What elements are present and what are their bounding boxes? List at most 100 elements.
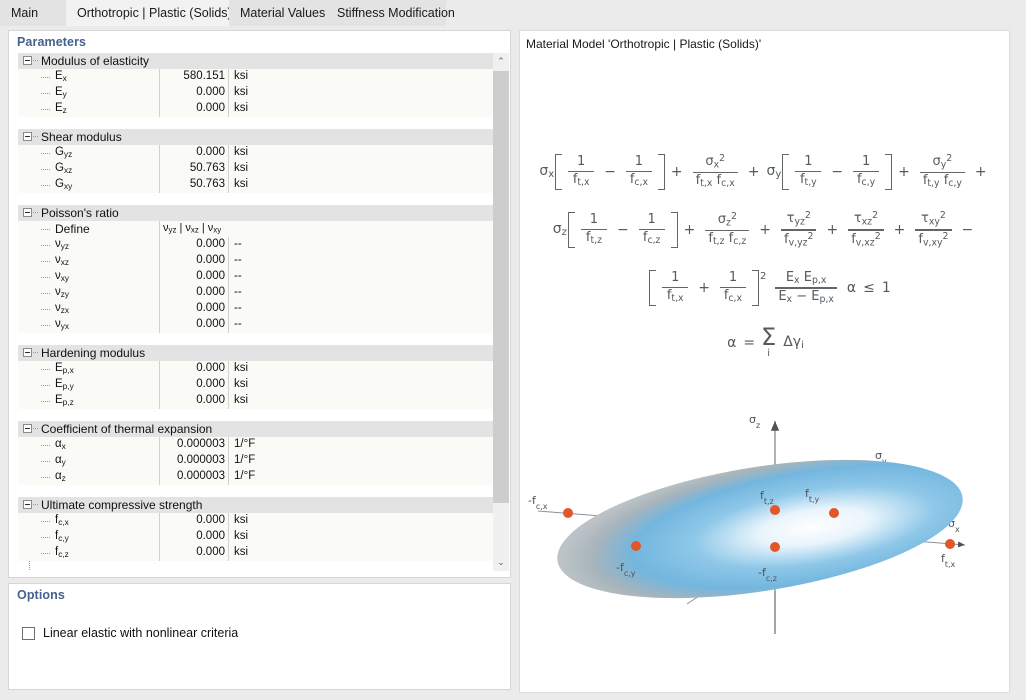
- tree-row[interactable]: νzy 0.000 --: [18, 285, 495, 301]
- tab-material-values[interactable]: Material Values: [229, 0, 326, 26]
- scroll-up-icon[interactable]: ⌃: [493, 53, 509, 70]
- column-separator: [159, 85, 160, 101]
- tree-row-value[interactable]: 0.000: [163, 146, 225, 158]
- column-separator: [228, 437, 229, 453]
- tree-row-value[interactable]: 0.000: [163, 530, 225, 542]
- tree-row[interactable]: fc,x 0.000 ksi: [18, 513, 495, 529]
- collapse-icon[interactable]: [23, 208, 32, 217]
- tree-row[interactable]: Ez 0.000 ksi: [18, 101, 495, 117]
- parameters-scrollbar[interactable]: ⌃ ⌄: [493, 53, 509, 571]
- tree-row[interactable]: Define νyz | νxz | νxy: [18, 221, 495, 237]
- collapse-icon[interactable]: [23, 348, 32, 357]
- tree-row[interactable]: αx 0.000003 1/°F: [18, 437, 495, 453]
- column-separator: [228, 177, 229, 193]
- tree-row-value[interactable]: 580.151: [163, 70, 225, 82]
- collapse-icon[interactable]: [23, 132, 32, 141]
- tree-row-value[interactable]: 0.000: [163, 318, 225, 330]
- tree-connector: [41, 77, 50, 78]
- column-separator: [228, 69, 229, 85]
- formula-line-4: α = Σ i Δγi: [727, 323, 804, 359]
- column-separator: [159, 269, 160, 285]
- tree-row-unit: ksi: [234, 70, 249, 82]
- column-separator: [159, 145, 160, 161]
- tree-row[interactable]: νxy 0.000 --: [18, 269, 495, 285]
- tree-row-unit: ksi: [234, 546, 249, 558]
- scrollbar-thumb[interactable]: [493, 71, 509, 503]
- collapse-icon[interactable]: [23, 56, 32, 65]
- point-ft-z: [770, 505, 780, 515]
- scroll-down-icon[interactable]: ⌄: [493, 554, 509, 571]
- tree-row[interactable]: νyx 0.000 --: [18, 317, 495, 333]
- tree-connector: [41, 325, 50, 326]
- tree-row-value[interactable]: 0.000: [163, 378, 225, 390]
- tree-row[interactable]: fc,y 0.000 ksi: [18, 529, 495, 545]
- column-separator: [228, 253, 229, 269]
- tree-row-value[interactable]: 0.000: [163, 514, 225, 526]
- tree-group-header[interactable]: Ultimate compressive strength: [18, 497, 495, 513]
- tree-row[interactable]: Gxy 50.763 ksi: [18, 177, 495, 193]
- tree-row-value[interactable]: 0.000: [163, 302, 225, 314]
- tree-row[interactable]: Gxz 50.763 ksi: [18, 161, 495, 177]
- tree-row[interactable]: Ey 0.000 ksi: [18, 85, 495, 101]
- tree-spacer: [18, 333, 495, 345]
- tree-row-label: νyx: [55, 318, 70, 331]
- column-separator: [228, 269, 229, 285]
- tree-connector: [41, 153, 50, 154]
- options-group-box: Options Linear elastic with nonlinear cr…: [8, 583, 511, 690]
- column-separator: [159, 437, 160, 453]
- tree-row-value[interactable]: 50.763: [163, 178, 225, 190]
- tree-row-value[interactable]: 0.000: [163, 102, 225, 114]
- tree-row-value[interactable]: 0.000: [163, 362, 225, 374]
- tree-row-value[interactable]: 50.763: [163, 162, 225, 174]
- tree-row-value[interactable]: 0.000: [163, 238, 225, 250]
- tree-row[interactable]: αy 0.000003 1/°F: [18, 453, 495, 469]
- column-separator: [159, 221, 160, 237]
- tree-group-header[interactable]: Modulus of elasticity: [18, 53, 495, 69]
- tree-row-unit: 1/°F: [234, 470, 256, 482]
- tree-row-value[interactable]: 0.000: [163, 394, 225, 406]
- tree-group-header[interactable]: Coefficient of thermal expansion: [18, 421, 495, 437]
- tree-row-value[interactable]: 0.000003: [163, 438, 225, 450]
- tree-row[interactable]: Gyz 0.000 ksi: [18, 145, 495, 161]
- tab-main[interactable]: Main: [0, 0, 66, 26]
- tree-row[interactable]: Ep,x 0.000 ksi: [18, 361, 495, 377]
- collapse-icon[interactable]: [23, 424, 32, 433]
- tree-row[interactable]: Ep,z 0.000 ksi: [18, 393, 495, 409]
- tree-connector: [41, 185, 50, 186]
- column-separator: [228, 301, 229, 317]
- tree-row-value[interactable]: 0.000: [163, 546, 225, 558]
- tree-row[interactable]: Ep,y 0.000 ksi: [18, 377, 495, 393]
- column-separator: [228, 545, 229, 561]
- column-separator: [159, 69, 160, 85]
- tree-row[interactable]: νyz 0.000 --: [18, 237, 495, 253]
- tree-row-value[interactable]: 0.000: [163, 86, 225, 98]
- tree-row-value[interactable]: 0.000: [163, 270, 225, 282]
- linear-elastic-checkbox[interactable]: [22, 626, 35, 640]
- linear-elastic-nonlinear-criteria-row[interactable]: Linear elastic with nonlinear criteria: [22, 626, 238, 640]
- tree-connector: [41, 93, 50, 94]
- tree-group-header[interactable]: Poisson's ratio: [18, 205, 495, 221]
- tree-row-value[interactable]: 0.000003: [163, 454, 225, 466]
- tree-row[interactable]: αz 0.000003 1/°F: [18, 469, 495, 485]
- tree-row-value[interactable]: 0.000003: [163, 470, 225, 482]
- tree-row-value[interactable]: 0.000: [163, 286, 225, 298]
- tree-group-header[interactable]: Shear modulus: [18, 129, 495, 145]
- tree-row-unit: --: [234, 318, 242, 330]
- tree-row[interactable]: fc,z 0.000 ksi: [18, 545, 495, 561]
- column-separator: [159, 101, 160, 117]
- tree-row[interactable]: νzx 0.000 --: [18, 301, 495, 317]
- linear-elastic-checkbox-label: Linear elastic with nonlinear criteria: [43, 626, 239, 640]
- tree-row[interactable]: νxz 0.000 --: [18, 253, 495, 269]
- tree-row[interactable]: Ex 580.151 ksi: [18, 69, 495, 85]
- tree-row-value[interactable]: 0.000: [163, 254, 225, 266]
- tree-row-unit: ksi: [234, 86, 249, 98]
- parameters-tree[interactable]: Modulus of elasticity Ex 580.151 ksi Ey 0.000…: [18, 53, 495, 571]
- tab-stiffness-modification[interactable]: Stiffness Modification: [326, 0, 455, 26]
- tree-row-label: Ep,z: [55, 394, 74, 407]
- formula-line-3: 1 ft,x + 1 fc,x 2 Ex Ep,x Ex − Ep,x α ≤ 1: [520, 259, 1009, 317]
- tree-group-header[interactable]: Hardening modulus: [18, 345, 495, 361]
- tab-orthotropic-plastic-solids[interactable]: Orthotropic | Plastic (Solids): [66, 0, 232, 26]
- collapse-icon[interactable]: [23, 500, 32, 509]
- column-separator: [228, 285, 229, 301]
- tree-row-label: Define: [55, 222, 90, 236]
